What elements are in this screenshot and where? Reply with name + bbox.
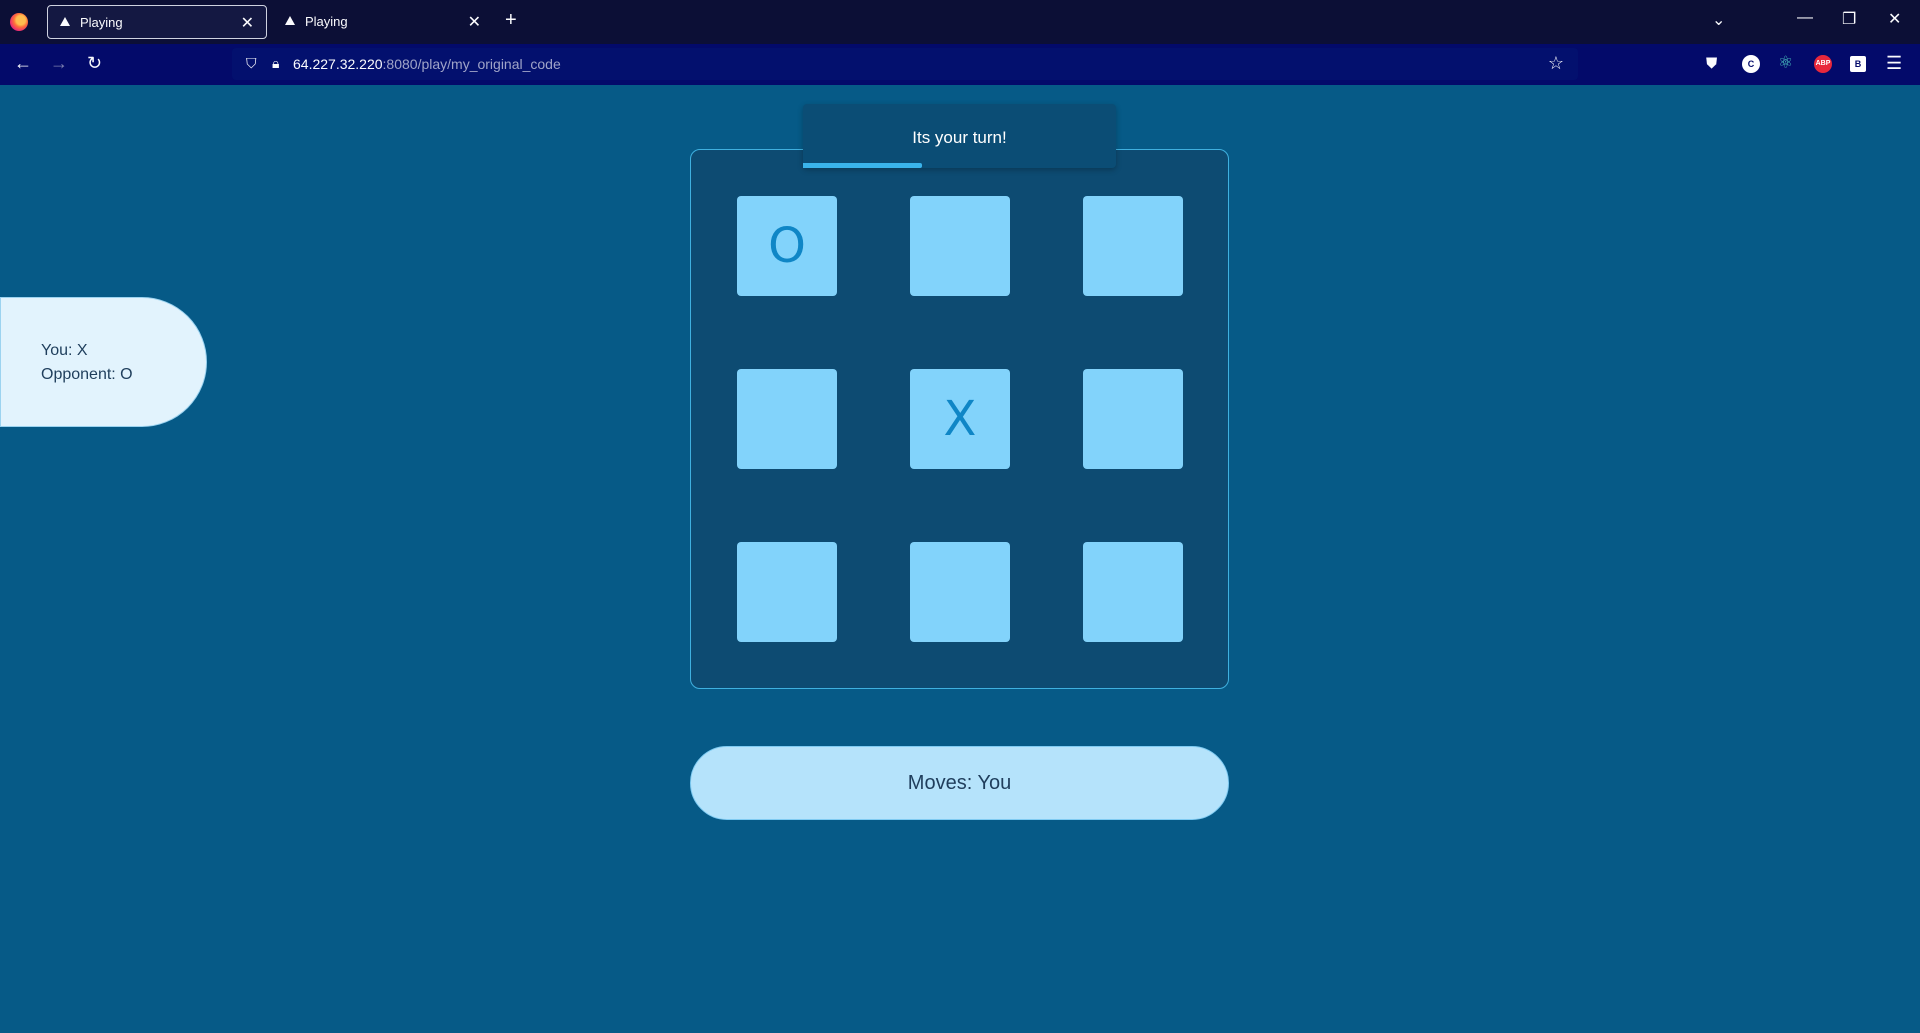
- board-cell[interactable]: [737, 542, 837, 642]
- new-tab-plus-icon[interactable]: +: [505, 9, 517, 32]
- opponent-symbol-label: Opponent: O: [41, 366, 133, 383]
- url-path: :8080/play/my_original_code: [382, 56, 561, 72]
- tab-playing-active[interactable]: Playing ✕: [47, 5, 267, 39]
- adblock-plus-icon[interactable]: ABP: [1814, 55, 1832, 73]
- b-extension-icon[interactable]: B: [1850, 56, 1866, 72]
- board-cell[interactable]: [1083, 196, 1183, 296]
- url-host: 64.227.32.220: [293, 56, 383, 72]
- minimize-icon[interactable]: —: [1797, 9, 1813, 27]
- turn-notification-toast[interactable]: Its your turn!: [803, 104, 1116, 168]
- close-window-icon[interactable]: ✕: [1888, 9, 1901, 29]
- browser-nav-bar: ← → ↻ ⛉ 🔒︎ 64.227.32.220:8080/play/my_or…: [0, 44, 1920, 85]
- moves-indicator: Moves: You: [690, 746, 1229, 820]
- board-cell[interactable]: [1083, 369, 1183, 469]
- tab-favicon-icon: [60, 17, 70, 26]
- firefox-logo-icon: [10, 13, 28, 31]
- bookmark-star-icon[interactable]: ☆: [1548, 53, 1564, 74]
- board-cell[interactable]: [910, 542, 1010, 642]
- you-symbol-label: You: X: [41, 342, 88, 359]
- url-text[interactable]: 64.227.32.220:8080/play/my_original_code: [293, 56, 561, 72]
- board-cell[interactable]: [1083, 542, 1183, 642]
- c-extension-icon[interactable]: C: [1742, 55, 1760, 73]
- tab-close-icon[interactable]: ✕: [241, 13, 254, 33]
- menu-hamburger-icon[interactable]: ☰: [1886, 53, 1902, 74]
- tracking-shield-icon[interactable]: ⛉: [246, 55, 257, 72]
- tab-label: Playing: [80, 15, 123, 30]
- tab-label: Playing: [305, 14, 348, 29]
- toast-progress-bar: [803, 163, 922, 168]
- list-all-tabs-chevron-icon[interactable]: ⌄: [1712, 10, 1725, 30]
- url-bar[interactable]: ⛉ 🔒︎ 64.227.32.220:8080/play/my_original…: [232, 48, 1578, 80]
- back-arrow-icon[interactable]: ←: [14, 53, 32, 74]
- board-cell[interactable]: [910, 196, 1010, 296]
- player-info-panel: You: X Opponent: O: [0, 297, 207, 427]
- browser-tab-strip: Playing ✕ Playing ✕ + ⌄ — ❐ ✕: [0, 0, 1920, 44]
- restore-icon[interactable]: ❐: [1842, 9, 1856, 29]
- toast-message: Its your turn!: [912, 128, 1007, 147]
- board-cell[interactable]: X: [910, 369, 1010, 469]
- tab-favicon-icon: [285, 16, 295, 25]
- reload-icon[interactable]: ↻: [87, 53, 102, 74]
- lock-icon[interactable]: 🔒︎: [272, 55, 279, 72]
- forward-arrow-icon[interactable]: →: [50, 53, 68, 74]
- board-cell[interactable]: [737, 369, 837, 469]
- board-cell[interactable]: O: [737, 196, 837, 296]
- tab-close-icon[interactable]: ✕: [468, 12, 481, 32]
- react-devtools-icon[interactable]: ⚛: [1778, 53, 1793, 73]
- pocket-icon[interactable]: ⛊: [1706, 55, 1717, 72]
- tab-playing[interactable]: Playing ✕: [273, 5, 493, 39]
- game-board: O X: [690, 149, 1229, 689]
